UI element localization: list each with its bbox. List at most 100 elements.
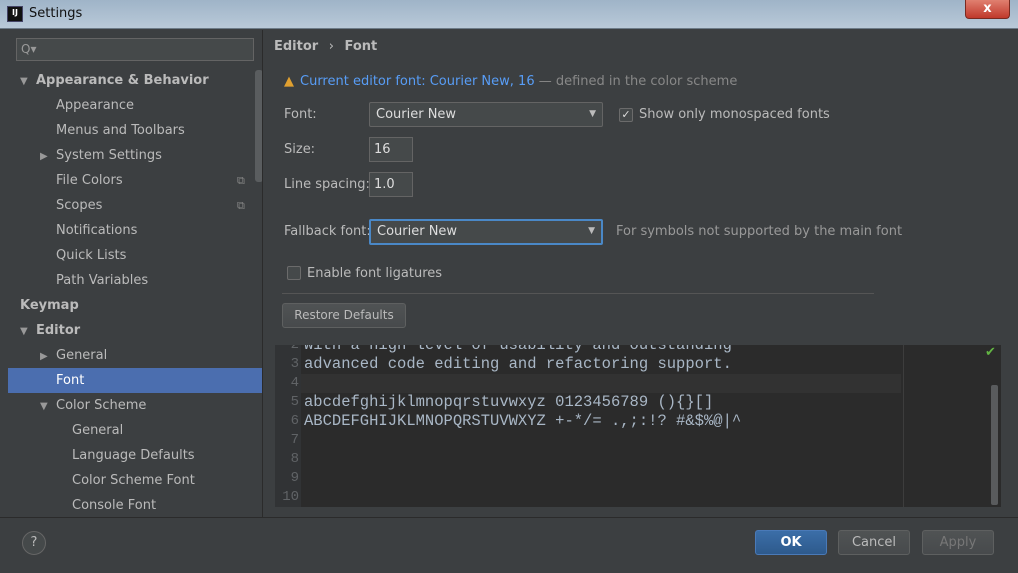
sidebar-item-label: File Colors xyxy=(56,173,123,188)
sidebar-item-notifications[interactable]: Notifications xyxy=(56,218,137,243)
breadcrumb-font: Font xyxy=(344,39,378,54)
sidebar-item-color-scheme-font[interactable]: Color Scheme Font xyxy=(72,468,195,493)
sidebar-item-scopes[interactable]: Scopes xyxy=(56,193,102,218)
sidebar-item-label: Keymap xyxy=(20,298,79,313)
line-number: 8 xyxy=(290,451,299,467)
line-number: 10 xyxy=(282,489,299,505)
sidebar-item-label: System Settings xyxy=(56,148,162,163)
line-number: 3 xyxy=(290,356,299,372)
font-settings-panel: Editor › Font ▲ Current editor font: Cour… xyxy=(263,30,1018,517)
sidebar-item-label: Quick Lists xyxy=(56,248,127,263)
right-margin-guide xyxy=(903,345,904,507)
fallback-font-label: Fallback font: xyxy=(284,224,371,239)
fallback-font-value: Courier New xyxy=(377,224,458,239)
settings-sidebar: Q▾ ▼ Appearance & Behavior Appearance Menus… xyxy=(8,30,263,517)
sidebar-item-general[interactable]: General xyxy=(72,418,123,443)
current-line-highlight xyxy=(301,374,901,393)
font-preview-editor[interactable]: 2 with a high level of usability and outs… xyxy=(275,345,1001,507)
sidebar-item-label: Language Defaults xyxy=(72,448,195,463)
expand-right-icon[interactable]: ▶ xyxy=(40,144,56,169)
apply-button[interactable]: Apply xyxy=(922,530,994,555)
current-font-link[interactable]: Current editor font: Courier New, 16 xyxy=(300,74,535,89)
close-button[interactable]: x xyxy=(965,0,1010,19)
fallback-font-combo[interactable]: Courier New ▼ xyxy=(369,219,603,245)
sidebar-item-label: Path Variables xyxy=(56,273,149,288)
breadcrumb: Editor › Font xyxy=(274,39,383,54)
breadcrumb-editor[interactable]: Editor xyxy=(274,39,318,54)
font-value: Courier New xyxy=(376,107,457,122)
warning-text: — defined in the color scheme xyxy=(534,74,738,89)
sidebar-scrollbar[interactable] xyxy=(255,70,262,182)
expand-right-icon[interactable]: ▶ xyxy=(40,344,56,369)
sidebar-item-label: Menus and Toolbars xyxy=(56,123,185,138)
sidebar-item-appearance-behavior[interactable]: ▼ Appearance & Behavior xyxy=(20,68,209,93)
monospaced-label: Show only monospaced fonts xyxy=(639,107,830,122)
sidebar-item-system-settings[interactable]: ▶ System Settings xyxy=(40,143,162,168)
window-title: Settings xyxy=(29,6,83,21)
font-combo[interactable]: Courier New ▼ xyxy=(369,102,603,127)
sidebar-item-label: Editor xyxy=(36,323,81,338)
line-number: 9 xyxy=(290,470,299,486)
search-input[interactable]: Q▾ xyxy=(16,38,254,61)
copy-icon: ⧉ xyxy=(237,199,245,212)
cancel-button[interactable]: Cancel xyxy=(838,530,910,555)
monospaced-checkbox[interactable]: ✓ xyxy=(619,108,633,122)
fallback-hint: For symbols not supported by the main fo… xyxy=(616,224,903,239)
sidebar-item-appearance[interactable]: Appearance xyxy=(56,93,134,118)
code-line: ABCDEFGHIJKLMNOPQRSTUVWXYZ +-*/= .,;:!? … xyxy=(304,412,742,430)
breadcrumb-separator: › xyxy=(328,39,334,54)
code-line: abcdefghijklmnopqrstuvwxyz 0123456789 ()… xyxy=(304,393,714,411)
warning-message: ▲ Current editor font: Courier New, 16 — … xyxy=(284,74,737,89)
restore-defaults-button[interactable]: Restore Defaults xyxy=(282,303,406,328)
code-line: advanced code editing and refactoring su… xyxy=(304,355,732,373)
chevron-down-icon: ▼ xyxy=(588,226,595,236)
sidebar-item-language-defaults[interactable]: Language Defaults xyxy=(72,443,195,468)
chevron-down-icon: ▼ xyxy=(589,109,596,119)
expand-down-icon[interactable]: ▼ xyxy=(40,394,56,419)
check-icon: ✔ xyxy=(985,345,996,360)
sidebar-item-label: General xyxy=(56,348,108,363)
line-number: 2 xyxy=(290,345,299,353)
line-number: 6 xyxy=(290,413,299,429)
size-input[interactable]: 16 xyxy=(369,137,413,162)
sidebar-item-label: Console Font xyxy=(72,498,157,513)
size-label: Size: xyxy=(284,142,316,157)
line-number: 5 xyxy=(290,394,299,410)
help-button[interactable]: ? xyxy=(22,531,46,555)
sidebar-item-path-variables[interactable]: Path Variables xyxy=(56,268,148,293)
sidebar-item-label: Appearance xyxy=(56,98,135,113)
app-icon: IJ xyxy=(7,6,23,22)
expand-down-icon[interactable]: ▼ xyxy=(20,319,36,344)
sidebar-item-file-colors[interactable]: File Colors xyxy=(56,168,123,193)
sidebar-item-color-scheme[interactable]: ▼ Color Scheme xyxy=(40,393,146,418)
line-number: 4 xyxy=(290,375,299,391)
ligatures-label: Enable font ligatures xyxy=(307,266,443,281)
title-bar: IJ Settings x xyxy=(0,0,1018,29)
sidebar-item-label: Scopes xyxy=(56,198,103,213)
sidebar-item-label: Notifications xyxy=(56,223,138,238)
copy-icon: ⧉ xyxy=(237,174,245,187)
line-number: 7 xyxy=(290,432,299,448)
line-spacing-label: Line spacing: xyxy=(284,177,370,192)
sidebar-item-quick-lists[interactable]: Quick Lists xyxy=(56,243,126,268)
sidebar-item-menus-and-toolbars[interactable]: Menus and Toolbars xyxy=(56,118,185,143)
code-line: with a high level of usability and outst… xyxy=(304,345,732,354)
editor-scrollbar[interactable] xyxy=(991,385,998,505)
ligatures-checkbox[interactable] xyxy=(287,266,301,280)
sidebar-item-label: General xyxy=(72,423,124,438)
sidebar-item-editor[interactable]: ▼ Editor xyxy=(20,318,80,343)
sidebar-item-label: Font xyxy=(56,373,85,388)
sidebar-item-label: Color Scheme xyxy=(56,398,147,413)
expand-down-icon[interactable]: ▼ xyxy=(20,69,36,94)
sidebar-item-label: Color Scheme Font xyxy=(72,473,195,488)
warning-icon: ▲ xyxy=(284,74,294,89)
sidebar-item-general[interactable]: ▶ General xyxy=(40,343,107,368)
divider xyxy=(282,293,874,294)
sidebar-item-keymap[interactable]: Keymap xyxy=(20,293,79,318)
dialog-footer: ? OK Cancel Apply xyxy=(0,517,1018,573)
font-label: Font: xyxy=(284,107,317,122)
line-spacing-input[interactable]: 1.0 xyxy=(369,172,413,197)
ok-button[interactable]: OK xyxy=(755,530,827,555)
sidebar-item-font[interactable]: Font xyxy=(8,368,262,393)
sidebar-item-console-font[interactable]: Console Font xyxy=(72,493,156,517)
